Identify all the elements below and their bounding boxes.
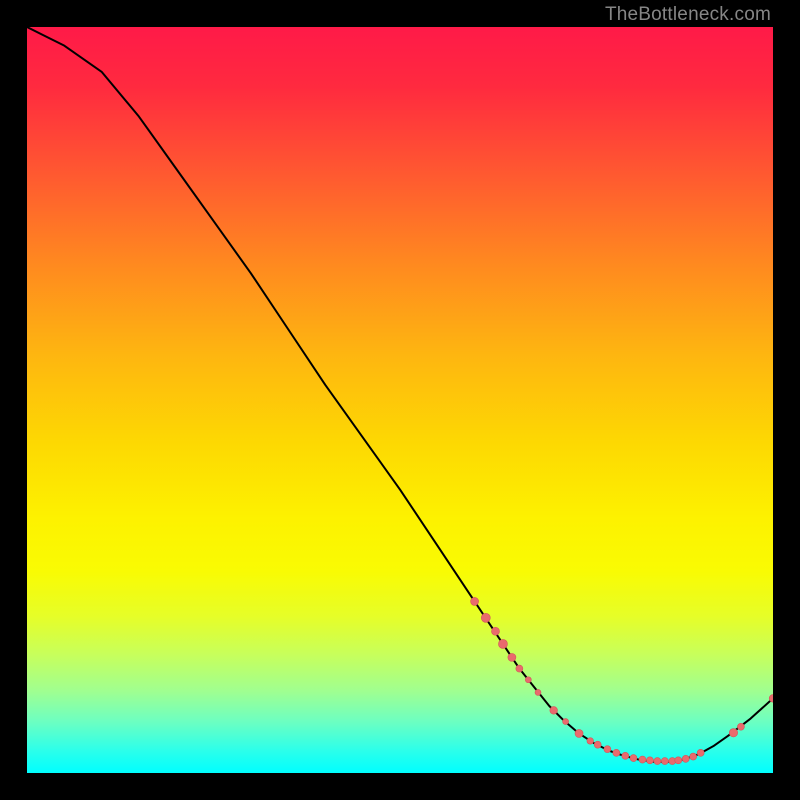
plot-gradient-background bbox=[27, 27, 773, 773]
chart-container: TheBottleneck.com bbox=[0, 0, 800, 800]
watermark-text: TheBottleneck.com bbox=[605, 4, 771, 26]
